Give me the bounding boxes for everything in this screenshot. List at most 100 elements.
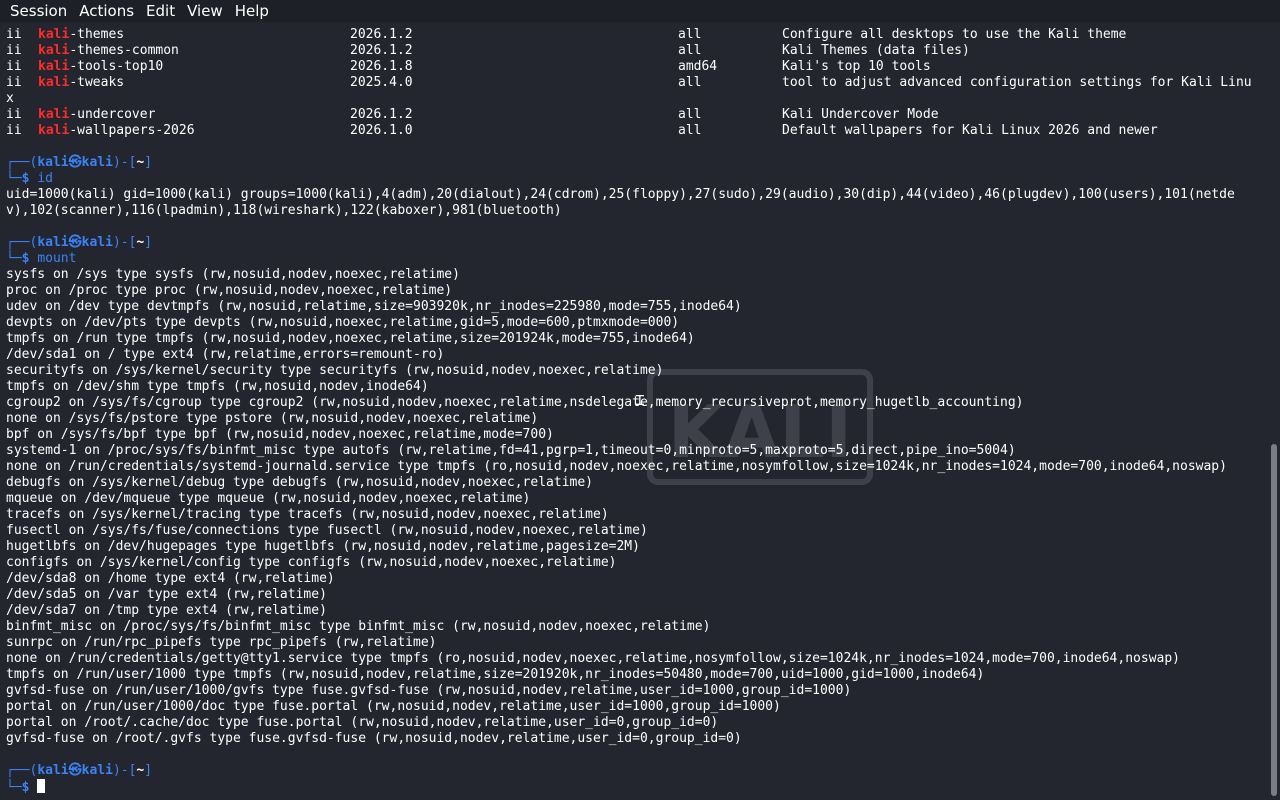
mount-output-line: hugetlbfs on /dev/hugepages type hugetlb… (6, 539, 640, 554)
package-version: 2025.4.0 (350, 75, 413, 90)
mount-output-line: gvfsd-fuse on /run/user/1000/gvfs type f… (6, 683, 852, 698)
mount-output-line: binfmt_misc on /proc/sys/fs/binfmt_misc … (6, 619, 711, 634)
package-status: ii (6, 43, 22, 58)
package-version: 2026.1.2 (350, 43, 413, 58)
prompt-line-top: ┌──(kali㉿kali)-[~] (6, 235, 1235, 251)
prompt-user-host: kali㉿kali (37, 763, 113, 778)
prompt-dollar: $ (21, 780, 30, 795)
terminal-scrollbar[interactable] (1268, 22, 1280, 800)
prompt-close: ] (144, 155, 153, 170)
prompt-corner-bottom: └─ (6, 251, 22, 266)
mount-output-line: sunrpc on /run/rpc_pipefs type rpc_pipef… (6, 635, 437, 650)
terminal-lines: ii kali-themes 2026.1.2 all Configure all de… (6, 27, 1252, 795)
package-name: kali-tweaks (38, 75, 124, 91)
mount-output-line: devpts on /dev/pts type devpts (rw,nosui… (6, 315, 680, 330)
mount-output-line: tmpfs on /run type tmpfs (rw,nosuid,node… (6, 331, 695, 346)
package-row: ii kali-themes-common 2026.1.2 all Kali Them… (6, 43, 1235, 59)
prompt-line-bottom: └─$ mount (6, 251, 1235, 267)
mount-output-line: /dev/sda1 on / type ext4 (rw,relatime,er… (6, 347, 445, 362)
prompt-separator: )-[ (112, 155, 137, 170)
prompt-dollar: $ (21, 171, 30, 186)
mount-output-line: securityfs on /sys/kernel/security type … (6, 363, 664, 378)
package-name-prefix: kali (38, 123, 70, 138)
package-row: ii kali-wallpapers-2026 2026.1.0 all Default… (6, 123, 1235, 139)
package-arch: all (678, 107, 702, 122)
mount-output-line: udev on /dev type devtmpfs (rw,nosuid,re… (6, 299, 742, 314)
mount-output-line: tracefs on /sys/kernel/tracing type trac… (6, 507, 609, 522)
mount-output-line: sysfs on /sys type sysfs (rw,nosuid,node… (6, 267, 460, 282)
menu-bar: Session Actions Edit View Help (0, 0, 1280, 22)
prompt-corner-bottom: └─ (6, 171, 22, 186)
mouse-ibeam-icon: ⌶ (635, 390, 645, 409)
package-row: ii kali-undercover 2026.1.2 all Kali Underco… (6, 107, 1235, 123)
package-name: kali-undercover (38, 107, 155, 123)
package-arch: all (678, 43, 702, 58)
mount-output-line: none on /sys/fs/pstore type pstore (rw,n… (6, 411, 539, 426)
package-row: ii kali-tweaks 2025.4.0 all tool to adjust a… (6, 75, 1252, 91)
package-name-suffix: -tweaks (69, 75, 125, 90)
package-description: Default wallpapers for Kali Linux 2026 a… (782, 123, 1158, 138)
scrollbar-thumb[interactable] (1271, 444, 1277, 796)
package-name-suffix: -tools-top10 (69, 59, 164, 74)
menu-view[interactable]: View (181, 0, 229, 22)
package-name-suffix: -themes (69, 27, 125, 42)
mount-output-line: gvfsd-fuse on /root/.gvfs type fuse.gvfs… (6, 731, 742, 746)
package-name: kali-wallpapers-2026 (38, 123, 195, 139)
package-row: ii kali-themes 2026.1.2 all Configure all de… (6, 27, 1235, 43)
command-text: id (37, 171, 53, 186)
package-description: Kali Themes (data files) (782, 43, 970, 58)
mount-output-line: proc on /proc type proc (rw,nosuid,nodev… (6, 283, 453, 298)
package-arch: amd64 (678, 59, 718, 74)
mount-output-line: fusectl on /sys/fs/fuse/connections type… (6, 523, 648, 538)
menu-help[interactable]: Help (229, 0, 275, 22)
menu-edit[interactable]: Edit (140, 0, 181, 22)
package-name: kali-tools-top10 (38, 59, 163, 75)
package-name-prefix: kali (38, 59, 70, 74)
id-output-line: v),102(scanner),116(lpadmin),118(wiresha… (6, 203, 562, 218)
package-name-suffix: -wallpapers-2026 (69, 123, 195, 138)
package-name-prefix: kali (38, 75, 70, 90)
menu-actions[interactable]: Actions (73, 0, 140, 22)
mount-output-line: cgroup2 on /sys/fs/cgroup type cgroup2 (… (6, 395, 1024, 410)
mount-output-line: /dev/sda5 on /var type ext4 (rw,relatime… (6, 587, 327, 602)
mount-output-line: /dev/sda7 on /tmp type ext4 (rw,relatime… (6, 603, 327, 618)
prompt-line-bottom: └─$ (6, 779, 1235, 795)
package-row: ii kali-tools-top10 2026.1.8 amd64 Kali's to… (6, 59, 1235, 75)
prompt-line-top: ┌──(kali㉿kali)-[~] (6, 155, 1235, 171)
package-status: ii (6, 75, 22, 90)
prompt-corner: ┌──( (6, 155, 38, 170)
text-cursor (37, 779, 46, 793)
package-name-prefix: kali (38, 107, 70, 122)
prompt-corner-bottom: └─ (6, 780, 22, 795)
package-description: Configure all desktops to use the Kali t… (782, 27, 1127, 42)
prompt-line-bottom: └─$ id (6, 171, 1235, 187)
id-output-line: uid=1000(kali) gid=1000(kali) groups=100… (6, 187, 1235, 202)
prompt-line-top: ┌──(kali㉿kali)-[~] (6, 763, 1235, 779)
package-version: 2026.1.0 (350, 123, 413, 138)
package-description: Kali's top 10 tools (782, 59, 931, 74)
package-status: ii (6, 107, 22, 122)
package-arch: all (678, 27, 702, 42)
package-arch: all (678, 75, 702, 90)
prompt-separator: )-[ (112, 763, 137, 778)
mount-output-line: mqueue on /dev/mqueue type mqueue (rw,no… (6, 491, 531, 506)
terminal-output[interactable]: KALI ii kali-themes 2026.1.2 all Configure a… (0, 22, 1268, 800)
mount-output-line: portal on /root/.cache/doc type fuse.por… (6, 715, 719, 730)
command-text: mount (37, 251, 77, 266)
package-arch: all (678, 123, 702, 138)
mount-output-line: none on /run/credentials/systemd-journal… (6, 459, 1227, 474)
package-version: 2026.1.2 (350, 107, 413, 122)
package-name: kali-themes-common (38, 43, 179, 59)
package-description: Kali Undercover Mode (782, 107, 939, 122)
package-status: ii (6, 27, 22, 42)
package-status: ii (6, 123, 22, 138)
menu-session[interactable]: Session (4, 0, 73, 22)
package-version: 2026.1.2 (350, 27, 413, 42)
wrapped-text: x (6, 91, 14, 106)
package-name-prefix: kali (38, 27, 70, 42)
package-name-suffix: -themes-common (69, 43, 179, 58)
mount-output-line: debugfs on /sys/kernel/debug type debugf… (6, 475, 593, 490)
